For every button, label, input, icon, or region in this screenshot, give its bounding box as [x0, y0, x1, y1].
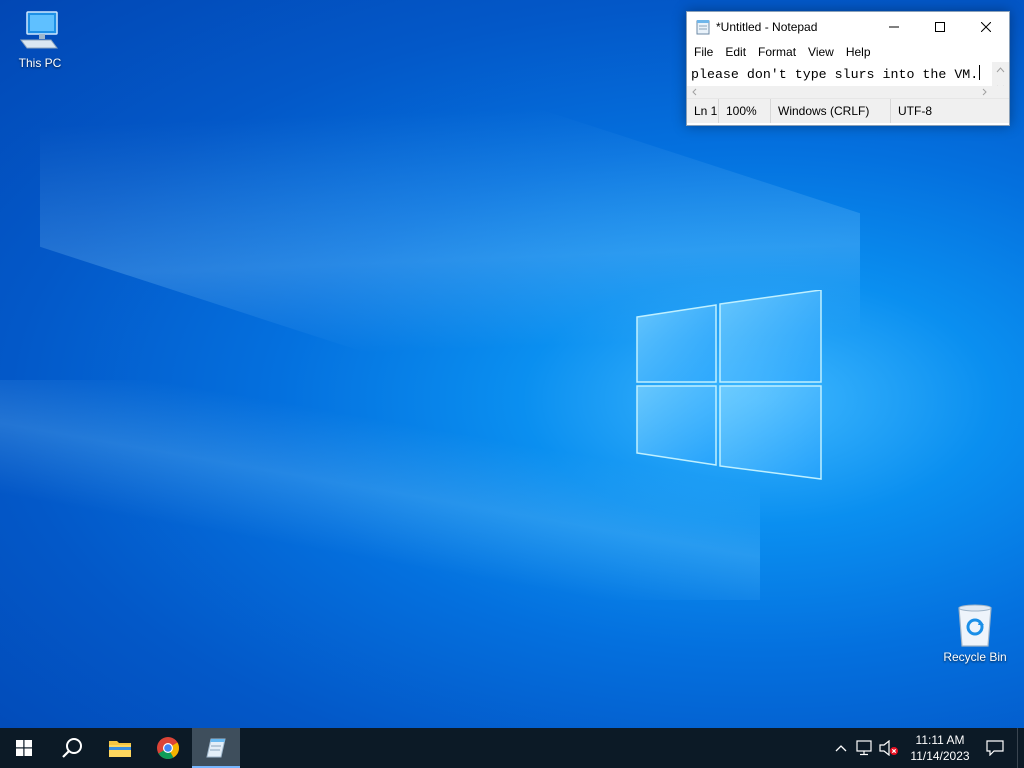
notepad-icon — [206, 738, 226, 758]
menu-help[interactable]: Help — [840, 42, 877, 62]
horizontal-scrollbar[interactable] — [687, 86, 992, 98]
text-caret — [979, 65, 981, 80]
desktop-icon-this-pc[interactable]: This PC — [2, 10, 78, 70]
clock-date: 11/14/2023 — [910, 749, 970, 763]
status-bar: Ln 1, 100% Windows (CRLF) UTF-8 — [687, 99, 1009, 123]
desktop-icon-label: This PC — [18, 56, 62, 70]
taskbar: 11:11 AM 11/14/2023 — [0, 728, 1024, 768]
minimize-button[interactable] — [871, 12, 917, 42]
editor-content: please don't type slurs into the VM. — [691, 67, 979, 82]
close-icon — [981, 22, 991, 32]
maximize-button[interactable] — [917, 12, 963, 42]
scroll-up-icon — [996, 67, 1005, 73]
network-icon — [856, 740, 872, 756]
chevron-up-icon — [835, 745, 847, 752]
volume-muted-icon — [879, 740, 898, 756]
menu-format[interactable]: Format — [752, 42, 802, 62]
show-desktop-button[interactable] — [1017, 728, 1024, 768]
vertical-scrollbar[interactable] — [992, 62, 1009, 91]
menu-view[interactable]: View — [802, 42, 840, 62]
menu-bar: File Edit Format View Help — [687, 42, 1009, 62]
clock-time: 11:11 AM — [915, 733, 965, 747]
status-encoding: UTF-8 — [898, 104, 932, 118]
file-explorer-button[interactable] — [96, 728, 144, 768]
search-button[interactable] — [48, 728, 96, 768]
notepad-icon — [696, 20, 710, 35]
text-editor[interactable]: please don't type slurs into the VM. — [687, 62, 1009, 99]
windows-logo-wallpaper — [636, 290, 822, 480]
notification-icon — [986, 740, 1004, 756]
system-tray: 11:11 AM 11/14/2023 — [829, 728, 1024, 768]
chrome-button[interactable] — [144, 728, 192, 768]
menu-file[interactable]: File — [688, 42, 719, 62]
desktop-icon-label: Recycle Bin — [943, 650, 1007, 664]
status-line-ending: Windows (CRLF) — [771, 99, 891, 123]
volume-button[interactable] — [877, 728, 901, 768]
action-center-button[interactable] — [973, 728, 1017, 768]
minimize-icon — [889, 26, 899, 28]
status-position: Ln 1, — [687, 99, 719, 123]
search-icon — [62, 738, 82, 758]
notepad-taskbar-button[interactable] — [192, 728, 240, 768]
notepad-window[interactable]: *Untitled - Notepad File Edit Format Vie… — [686, 11, 1010, 126]
windows-start-icon — [16, 740, 32, 756]
maximize-icon — [935, 22, 945, 32]
desktop-icon-recycle-bin[interactable]: Recycle Bin — [937, 602, 1013, 664]
computer-icon — [20, 11, 58, 49]
scroll-left-icon — [692, 88, 697, 96]
network-button[interactable] — [853, 728, 877, 768]
recycle-bin-icon — [958, 604, 992, 647]
scroll-right-icon — [982, 88, 987, 96]
close-button[interactable] — [963, 12, 1009, 42]
taskbar-clock[interactable]: 11:11 AM 11/14/2023 — [907, 732, 973, 764]
status-zoom: 100% — [719, 99, 771, 123]
start-button[interactable] — [0, 728, 48, 768]
title-bar[interactable]: *Untitled - Notepad — [687, 12, 1009, 42]
chrome-icon — [157, 737, 179, 759]
show-hidden-icons-button[interactable] — [829, 728, 853, 768]
scrollbar-corner — [992, 86, 1009, 98]
folder-icon — [109, 741, 131, 757]
window-title: *Untitled - Notepad — [716, 20, 818, 34]
menu-edit[interactable]: Edit — [719, 42, 752, 62]
